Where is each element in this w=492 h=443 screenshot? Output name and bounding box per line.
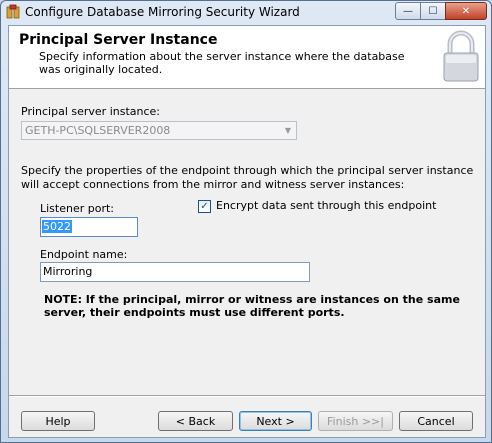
footer-divider [9,395,485,397]
principal-instance-label: Principal server instance: [21,105,160,118]
maximize-icon: ☐ [428,5,438,17]
caption-buttons: — ☐ ✕ [395,2,487,20]
endpoint-instructions: Specify the properties of the endpoint t… [21,164,474,191]
wizard-window: Configure Database Mirroring Security Wi… [0,0,492,443]
endpoint-name-label: Endpoint name: [40,248,128,261]
sql-server-app-icon [6,4,20,19]
principal-instance-dropdown[interactable]: GETH-PC\SQLSERVER2008 ▼ [21,121,297,140]
close-icon: ✕ [461,5,471,17]
wizard-client-area: Principal Server Instance Specify inform… [8,25,486,438]
principal-instance-value: GETH-PC\SQLSERVER2008 [25,124,171,137]
listener-port-label: Listener port: [40,202,115,215]
endpoint-name-value: Mirroring [43,265,93,278]
cancel-button[interactable]: Cancel [399,411,473,431]
page-description: Specify information about the server ins… [39,50,405,76]
window-title: Configure Database Mirroring Security Wi… [25,5,300,19]
close-button[interactable]: ✕ [445,2,487,20]
endpoint-name-input[interactable]: Mirroring [40,262,310,282]
title-bar[interactable]: Configure Database Mirroring Security Wi… [1,1,491,23]
minimize-button[interactable]: — [395,2,421,20]
next-button[interactable]: Next > [239,411,312,431]
back-button[interactable]: < Back [158,411,233,431]
listener-port-input[interactable]: 5022 [40,217,138,237]
encrypt-label: Encrypt data sent through this endpoint [216,199,437,212]
encrypt-checkbox[interactable]: ✓ [198,200,211,213]
maximize-button[interactable]: ☐ [420,2,446,20]
page-title: Principal Server Instance [19,32,218,48]
wizard-header: Principal Server Instance Specify inform… [9,26,485,89]
finish-button[interactable]: Finish >>| [318,411,393,431]
endpoint-note: NOTE: If the principal, mirror or witnes… [44,293,460,319]
checkmark-icon: ✓ [200,200,209,212]
help-button[interactable]: Help [21,411,95,431]
listener-port-value: 5022 [42,220,72,233]
minimize-icon: — [403,5,413,17]
lock-icon [443,30,479,82]
chevron-down-icon: ▼ [284,126,292,135]
